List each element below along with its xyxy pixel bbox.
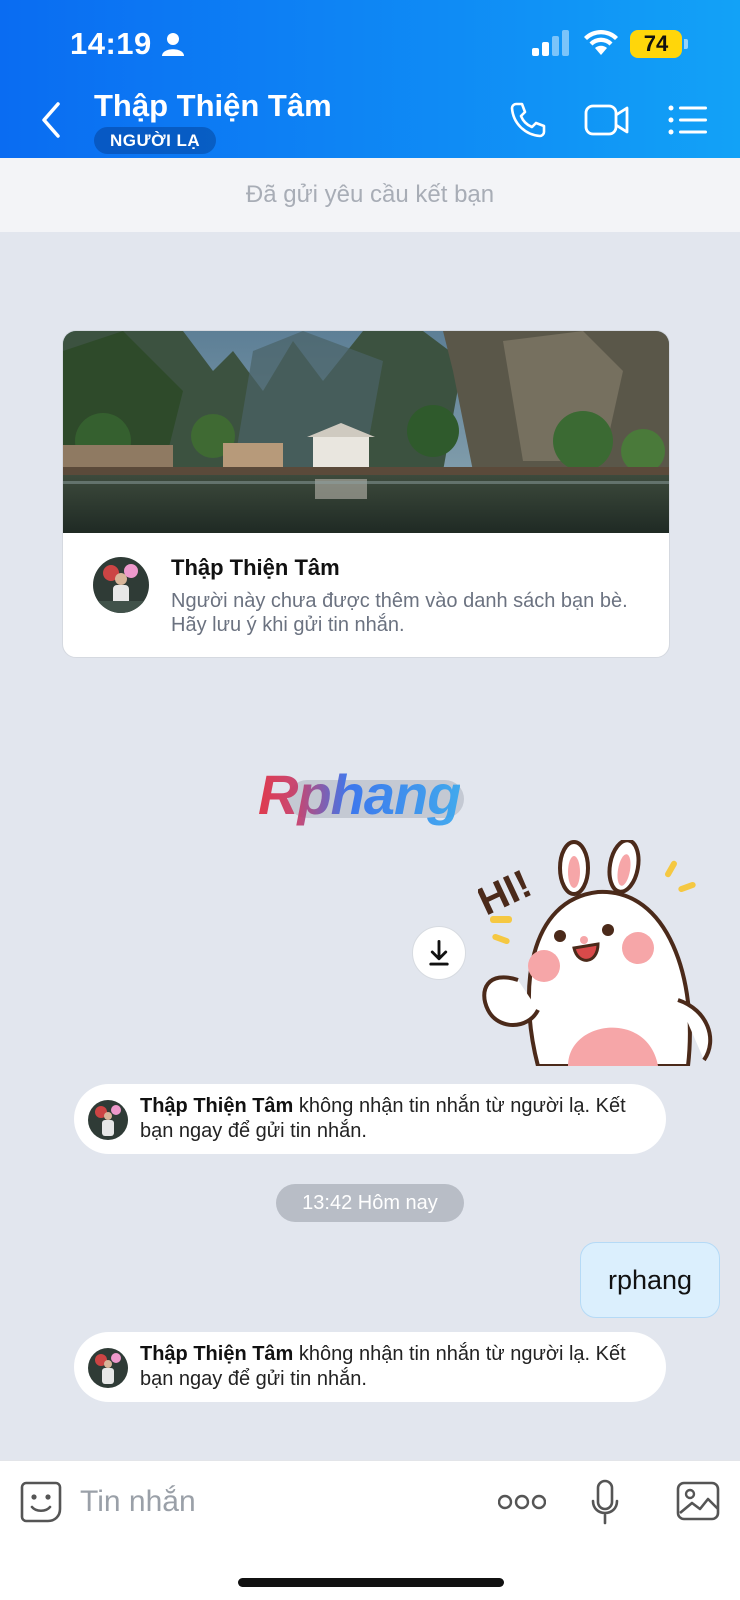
time-separator: 13:42 Hôm nay	[276, 1184, 464, 1222]
chat-title[interactable]: Thập Thiện Tâm	[94, 88, 332, 124]
watermark-logo: Rphang	[258, 763, 461, 826]
message-input[interactable]	[80, 1477, 460, 1527]
notice-text: Thập Thiện Tâm không nhận tin nhắn từ ng…	[140, 1094, 660, 1144]
image-picker-button[interactable]	[676, 1481, 720, 1521]
notice-text: Thập Thiện Tâm không nhận tin nhắn từ ng…	[140, 1342, 660, 1392]
phone-call-button[interactable]	[508, 100, 548, 140]
home-indicator	[238, 1578, 504, 1587]
outgoing-message[interactable]: rphang	[580, 1242, 720, 1318]
status-time: 14:19	[70, 26, 152, 61]
system-notice: Thập Thiện Tâm không nhận tin nhắn từ ng…	[74, 1084, 666, 1154]
stranger-badge: NGƯỜI LẠ	[94, 127, 217, 154]
more-options-button[interactable]	[498, 1493, 546, 1511]
chat-header: 14:19 74 Thập Thiện Tâm NGƯỜI LẠ	[0, 0, 740, 158]
cover-photo	[63, 331, 669, 533]
battery-indicator: 74	[630, 30, 682, 58]
notice-sender: Thập Thiện Tâm	[140, 1095, 294, 1117]
sticker-emoji-button[interactable]	[20, 1481, 62, 1523]
bunny-hi-sticker[interactable]: HI!	[478, 840, 724, 1066]
system-notice: Thập Thiện Tâm không nhận tin nhắn từ ng…	[74, 1332, 666, 1402]
stranger-warning: Người này chưa được thêm vào danh sách b…	[171, 590, 628, 636]
person-icon	[162, 33, 184, 56]
notice-sender: Thập Thiện Tâm	[140, 1343, 294, 1365]
contact-name: Thập Thiện Tâm	[171, 555, 340, 580]
profile-card[interactable]: Thập Thiện Tâm Người này chưa được thêm …	[62, 330, 670, 658]
menu-list-button[interactable]	[668, 104, 708, 136]
download-button[interactable]	[412, 926, 466, 980]
battery-tip	[684, 39, 688, 49]
wifi-icon	[584, 29, 618, 55]
notice-avatar	[88, 1100, 128, 1140]
video-call-button[interactable]	[584, 100, 630, 140]
sticker-text: HI!	[478, 862, 538, 924]
back-button[interactable]	[36, 100, 66, 140]
notice-avatar	[88, 1348, 128, 1388]
contact-avatar	[93, 557, 149, 613]
microphone-button[interactable]	[590, 1479, 620, 1525]
friend-request-status: Đã gửi yêu cầu kết bạn	[0, 158, 740, 232]
signal-icon	[532, 30, 569, 56]
